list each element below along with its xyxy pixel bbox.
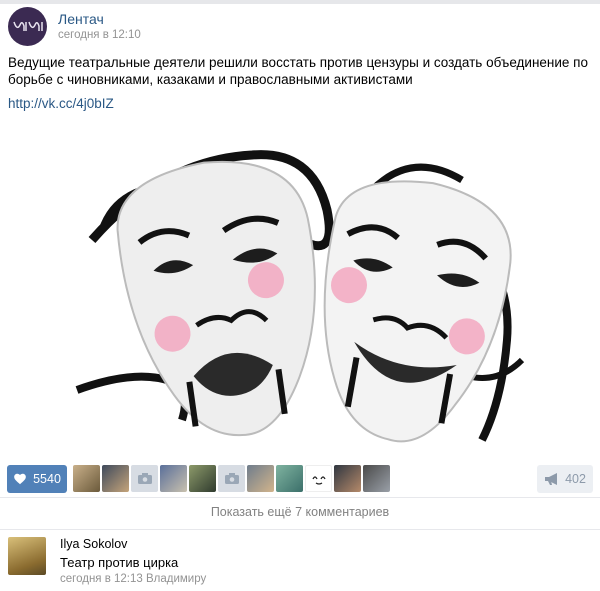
post-actions: 5540 402 [0,463,600,495]
show-more-comments[interactable]: Показать ещё 7 комментариев [0,505,600,519]
like-button[interactable]: 5540 [7,465,67,493]
comment-author[interactable]: Ilya Sokolov [60,537,206,552]
comment-meta[interactable]: сегодня в 12:13 Владимиру [60,572,206,586]
author-avatar[interactable] [8,6,47,46]
liker-avatar[interactable] [189,465,216,492]
post-image[interactable] [72,120,528,458]
likers-list [73,465,390,492]
divider [0,529,600,530]
divider [0,497,600,498]
repost-button[interactable]: 402 [537,465,593,493]
liker-avatar[interactable] [102,465,129,492]
heart-icon [14,473,26,485]
liker-avatar[interactable] [247,465,274,492]
comment: Ilya Sokolov Театр против цирка сегодня … [8,537,206,586]
repost-count: 402 [565,472,586,486]
liker-avatar[interactable] [363,465,390,492]
liker-avatar[interactable] [334,465,361,492]
post-time[interactable]: сегодня в 12:10 [58,28,141,42]
liker-avatar[interactable] [218,465,245,492]
post-header: Лентач сегодня в 12:10 [8,6,141,46]
top-shadow [0,0,600,4]
camera-icon [224,473,239,484]
comment-avatar[interactable] [8,537,46,575]
face-sketch-icon [311,475,326,485]
megaphone-icon [545,472,558,485]
liker-avatar[interactable] [305,465,332,492]
camera-icon [137,473,152,484]
liker-avatar[interactable] [160,465,187,492]
liker-avatar[interactable] [131,465,158,492]
lentach-logo-icon [12,21,43,31]
post-text: Ведущие театральные деятели решили восст… [8,55,588,87]
theatre-masks-icon [75,150,525,443]
liker-avatar[interactable] [73,465,100,492]
comment-text: Театр против цирка [60,555,179,570]
post-link[interactable]: http://vk.cc/4j0bIZ [8,96,114,111]
liker-avatar[interactable] [276,465,303,492]
author-name[interactable]: Лентач [58,10,141,28]
like-count: 5540 [33,472,61,486]
